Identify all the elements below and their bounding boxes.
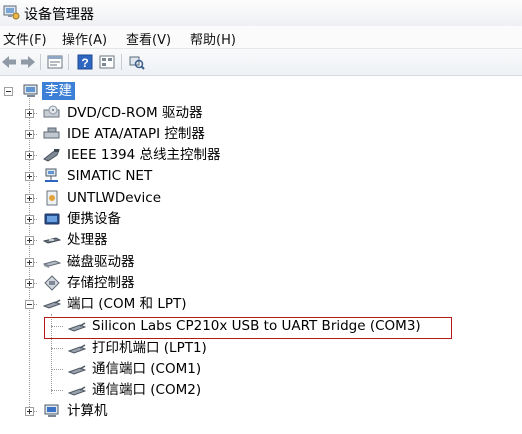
highlight-box	[44, 317, 452, 339]
storage-controller-icon	[44, 275, 60, 291]
device-manager-icon	[3, 5, 20, 20]
tree-node-label: IDE ATA/ATAPI 控制器	[67, 126, 205, 142]
tree-root-label: 李建	[42, 82, 75, 100]
tree-node-processor[interactable]: 处理器	[0, 231, 300, 251]
tree-node-ports[interactable]: 端口 (COM 和 LPT)	[0, 295, 300, 315]
tree-node-label: 存储控制器	[67, 275, 135, 291]
tree-node-computer[interactable]: 计算机	[0, 402, 300, 422]
tree-node-portable[interactable]: 便携设备	[0, 210, 300, 230]
tree-node-ide[interactable]: IDE ATA/ATAPI 控制器	[0, 125, 300, 145]
ieee1394-icon	[43, 149, 60, 162]
ide-controller-icon	[43, 127, 60, 139]
tree-node-lpt1[interactable]: 打印机端口 (LPT1)	[0, 339, 300, 359]
tree-node-label: 端口 (COM 和 LPT)	[67, 296, 187, 312]
expand-toggle[interactable]	[25, 215, 34, 224]
disk-drive-icon	[43, 260, 61, 268]
tree-node-label: 便携设备	[67, 211, 121, 227]
tree-node-label: 通信端口 (COM2)	[92, 382, 202, 398]
expand-toggle[interactable]	[25, 236, 34, 245]
expand-toggle[interactable]	[25, 258, 34, 267]
expand-toggle[interactable]	[25, 130, 34, 139]
tree-node-label: 处理器	[67, 232, 108, 248]
menu-view[interactable]: 查看(V)	[126, 29, 171, 48]
dvd-drive-icon	[43, 105, 60, 118]
expand-toggle[interactable]	[25, 109, 34, 118]
menu-action[interactable]: 操作(A)	[62, 29, 107, 48]
toolbar-separator	[40, 54, 41, 70]
expand-toggle[interactable]	[25, 194, 34, 203]
expand-toggle[interactable]	[25, 172, 34, 181]
comm-port-icon	[68, 365, 86, 375]
tree-branch	[51, 348, 63, 349]
device-tree: 李建 DVD/CD-ROM 驱动器 IDE ATA/ATAPI 控制器 IEEE…	[0, 76, 522, 434]
window-title: 设备管理器	[24, 7, 94, 23]
help-icon[interactable]: ?	[76, 53, 94, 71]
tree-node-storage[interactable]: 存储控制器	[0, 274, 300, 294]
comm-port-icon	[68, 386, 86, 396]
tree-node-simatic[interactable]: SIMATIC NET	[0, 167, 300, 187]
menu-bar: 文件(F) 操作(A) 查看(V) 帮助(H)	[0, 26, 522, 49]
tree-node-com1[interactable]: 通信端口 (COM1)	[0, 360, 300, 380]
tree-node-label: 打印机端口 (LPT1)	[92, 340, 207, 356]
computer-icon	[44, 404, 59, 417]
back-arrow-icon[interactable]	[0, 53, 18, 71]
expand-toggle[interactable]	[25, 151, 34, 160]
tree-node-label: UNTLWDevice	[67, 190, 162, 206]
toolbar-separator	[68, 54, 69, 70]
tree-node-ieee1394[interactable]: IEEE 1394 总线主控制器	[0, 146, 300, 166]
tree-node-disk[interactable]: 磁盘驱动器	[0, 253, 300, 273]
forward-arrow-icon[interactable]	[19, 53, 37, 71]
collapse-toggle[interactable]	[25, 300, 34, 309]
tree-node-label: DVD/CD-ROM 驱动器	[67, 105, 203, 121]
svg-text:?: ?	[81, 56, 88, 70]
port-icon	[43, 299, 61, 309]
tree-node-label: 计算机	[67, 403, 108, 419]
show-hidden-icon[interactable]	[98, 53, 116, 71]
tree-node-label: 通信端口 (COM1)	[92, 361, 202, 377]
tree-branch	[51, 369, 63, 370]
computer-icon	[23, 84, 38, 97]
tree-node-root[interactable]: 李建	[0, 82, 120, 102]
tree-node-label: 磁盘驱动器	[67, 254, 135, 270]
tree-branch	[51, 390, 63, 391]
portable-device-icon	[44, 213, 60, 225]
usb-device-icon	[46, 190, 58, 206]
printer-port-icon	[68, 344, 86, 354]
expand-toggle[interactable]	[25, 279, 34, 288]
tree-node-com2[interactable]: 通信端口 (COM2)	[0, 381, 300, 401]
expand-toggle[interactable]	[25, 407, 34, 416]
tree-node-untlw[interactable]: UNTLWDevice	[0, 189, 300, 209]
tree-node-dvd[interactable]: DVD/CD-ROM 驱动器	[0, 104, 300, 124]
network-icon	[45, 168, 58, 182]
processor-icon	[43, 237, 61, 244]
toolbar-separator	[121, 54, 122, 70]
toolbar: ?	[0, 49, 522, 76]
title-bar: 设备管理器	[0, 0, 522, 27]
tree-node-label: IEEE 1394 总线主控制器	[67, 147, 221, 163]
menu-file[interactable]: 文件(F)	[3, 29, 47, 48]
tree-node-label: SIMATIC NET	[67, 168, 153, 184]
menu-help[interactable]: 帮助(H)	[190, 29, 236, 48]
collapse-toggle[interactable]	[4, 87, 13, 96]
scan-hardware-icon[interactable]	[127, 53, 145, 71]
properties-icon[interactable]	[46, 53, 64, 71]
